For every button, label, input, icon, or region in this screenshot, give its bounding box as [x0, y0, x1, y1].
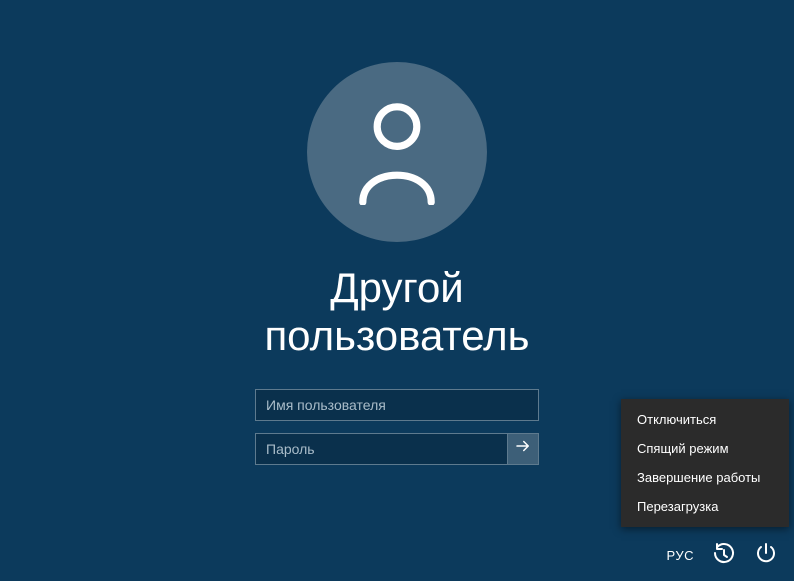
username-field-wrap [255, 389, 539, 421]
ease-of-access-icon [712, 541, 736, 570]
arrow-right-icon [514, 437, 532, 460]
power-menu-disconnect[interactable]: Отключиться [621, 405, 789, 434]
password-input[interactable] [255, 433, 507, 465]
power-menu-shutdown[interactable]: Завершение работы [621, 463, 789, 492]
ease-of-access-button[interactable] [712, 543, 736, 567]
power-menu-restart[interactable]: Перезагрузка [621, 492, 789, 521]
language-indicator[interactable]: РУС [666, 548, 694, 563]
avatar [307, 62, 487, 242]
bottom-right-controls: РУС [666, 543, 778, 567]
login-panel: Другой пользователь [227, 62, 567, 465]
power-button[interactable] [754, 543, 778, 567]
power-icon [754, 541, 778, 570]
login-title: Другой пользователь [227, 264, 567, 361]
username-input[interactable] [255, 389, 539, 421]
login-fields [255, 389, 539, 465]
submit-button[interactable] [507, 433, 539, 465]
password-field-wrap [255, 433, 539, 465]
user-icon [352, 95, 442, 210]
power-menu: Отключиться Спящий режим Завершение рабо… [621, 399, 789, 527]
power-menu-sleep[interactable]: Спящий режим [621, 434, 789, 463]
